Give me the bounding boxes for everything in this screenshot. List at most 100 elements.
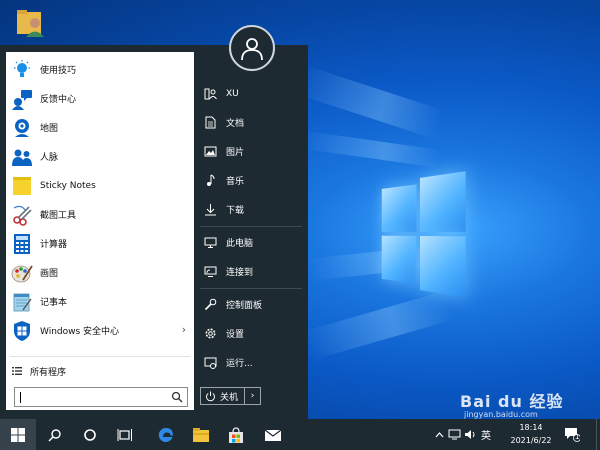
app-item-people[interactable]: 人脉: [6, 142, 194, 171]
place-item-control-panel[interactable]: 控制面板: [194, 290, 308, 319]
app-label: Sticky Notes: [40, 181, 96, 191]
maps-icon: [10, 116, 34, 140]
taskbar-search-button[interactable]: [37, 419, 73, 450]
place-label: 图片: [226, 145, 244, 158]
shutdown-label: 关机: [220, 390, 238, 403]
lightbulb-icon: [10, 58, 34, 82]
chevron-right-icon[interactable]: ›: [182, 323, 186, 336]
shutdown-button[interactable]: 关机: [200, 387, 245, 405]
place-item-settings[interactable]: 设置: [194, 319, 308, 348]
place-label: 控制面板: [226, 298, 262, 311]
chevron-up-icon[interactable]: [432, 432, 446, 438]
place-item-user[interactable]: XU: [194, 79, 308, 108]
taskbar-clock[interactable]: 18:14 2021/6/22: [504, 421, 558, 447]
watermark-brand: Bai du 经验: [460, 388, 600, 412]
list-icon: [12, 366, 22, 376]
watermark-url: jingyan.baidu.com: [464, 410, 538, 419]
task-view-button[interactable]: [107, 419, 143, 450]
place-label: 此电脑: [226, 236, 253, 249]
taskbar-mail[interactable]: [255, 419, 291, 450]
network-icon[interactable]: [446, 429, 462, 440]
mail-icon: [264, 428, 282, 442]
app-item-notepad[interactable]: 记事本: [6, 287, 194, 316]
volume-icon[interactable]: [462, 429, 478, 440]
gear-icon: [203, 327, 217, 341]
show-desktop-button[interactable]: [596, 419, 600, 450]
app-label: 截图工具: [40, 208, 76, 221]
text-caret: [20, 392, 21, 403]
place-item-run[interactable]: 运行...: [194, 348, 308, 377]
start-menu-places: XU 文档 图片 音乐 下载 此电脑 连接到 控制面板 设置 运行... 关机 …: [194, 45, 308, 419]
start-button[interactable]: [0, 419, 36, 450]
app-item-calculator[interactable]: 计算器: [6, 229, 194, 258]
place-item-downloads[interactable]: 下载: [194, 195, 308, 224]
app-item-maps[interactable]: 地图: [6, 113, 194, 142]
control-panel-icon: [203, 298, 217, 312]
app-label: Windows 安全中心: [40, 324, 119, 337]
edge-icon: [157, 426, 175, 444]
power-options-button[interactable]: ›: [245, 387, 261, 405]
app-item-sticky-notes[interactable]: Sticky Notes: [6, 171, 194, 200]
all-programs-button[interactable]: 所有程序: [6, 362, 194, 380]
calculator-icon: [10, 232, 34, 256]
notification-count: 1: [575, 433, 579, 441]
place-item-pictures[interactable]: 图片: [194, 137, 308, 166]
windows-security-icon: [10, 319, 34, 343]
user-avatar[interactable]: [229, 25, 275, 71]
power-controls: 关机 ›: [200, 387, 261, 405]
computer-icon: [203, 236, 217, 250]
app-label: 使用技巧: [40, 63, 76, 76]
windows-logo-wallpaper: [382, 171, 467, 295]
system-tray: 英: [432, 419, 494, 450]
cortana-button[interactable]: [72, 419, 108, 450]
taskbar-file-explorer[interactable]: [183, 419, 219, 450]
app-label: 画图: [40, 266, 58, 279]
place-label: 设置: [226, 327, 244, 340]
clock-time: 18:14: [504, 421, 558, 434]
sticky-notes-icon: [10, 174, 34, 198]
notepad-icon: [10, 290, 34, 314]
document-icon: [203, 116, 217, 130]
all-programs-label: 所有程序: [30, 365, 66, 378]
task-view-icon: [117, 428, 133, 442]
place-label: 连接到: [226, 265, 253, 278]
taskbar-edge[interactable]: [148, 419, 184, 450]
snipping-tool-icon: [10, 203, 34, 227]
app-item-tips[interactable]: 使用技巧: [6, 55, 194, 84]
app-label: 计算器: [40, 237, 67, 250]
search-icon: [48, 428, 62, 442]
start-menu: 使用技巧 反馈中心 地图 人脉 Sticky Notes 截图工具 计算器 画图…: [0, 45, 308, 419]
action-center-button[interactable]: 1: [564, 426, 580, 442]
place-item-this-pc[interactable]: 此电脑: [194, 228, 308, 257]
app-label: 反馈中心: [40, 92, 76, 105]
divider: [10, 356, 190, 357]
place-label: XU: [226, 89, 239, 99]
baidu-watermark: Bai du 经验 jingyan.baidu.com: [460, 388, 600, 418]
cortana-icon: [83, 428, 97, 442]
app-label: 记事本: [40, 295, 67, 308]
app-item-windows-security[interactable]: Windows 安全中心 ›: [6, 316, 194, 345]
search-icon[interactable]: [171, 391, 183, 403]
user-folder-desktop-icon[interactable]: [14, 6, 48, 40]
people-icon: [10, 145, 34, 169]
connect-icon: [203, 265, 217, 279]
paint-icon: [10, 261, 34, 285]
app-item-feedback-hub[interactable]: 反馈中心: [6, 84, 194, 113]
start-search-input[interactable]: [14, 387, 188, 407]
place-item-music[interactable]: 音乐: [194, 166, 308, 195]
person-icon: [239, 35, 265, 61]
place-label: 下载: [226, 203, 244, 216]
app-item-paint[interactable]: 画图: [6, 258, 194, 287]
place-label: 音乐: [226, 174, 244, 187]
place-item-connect[interactable]: 连接到: [194, 257, 308, 286]
app-item-snipping-tool[interactable]: 截图工具: [6, 200, 194, 229]
place-label: 运行...: [226, 356, 253, 369]
folder-icon: [192, 427, 210, 443]
power-icon: [205, 391, 216, 402]
run-icon: [203, 356, 217, 370]
app-label: 人脉: [40, 150, 58, 163]
ime-indicator[interactable]: 英: [478, 427, 494, 442]
place-item-documents[interactable]: 文档: [194, 108, 308, 137]
taskbar-store[interactable]: [218, 419, 254, 450]
feedback-hub-icon: [10, 87, 34, 111]
